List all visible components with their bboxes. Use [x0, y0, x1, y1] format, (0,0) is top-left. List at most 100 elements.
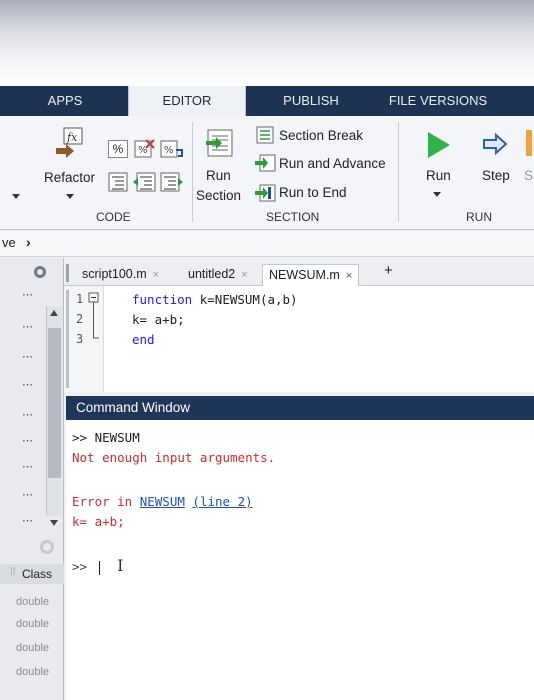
ribbon-overflow-arrow-icon[interactable] [12, 194, 20, 199]
class-cell: double [16, 642, 50, 654]
section-break-label: Section Break [279, 128, 364, 143]
error-line-link[interactable]: (line 2) [192, 494, 252, 509]
code-editor[interactable]: 1 2 3 function k=NEWSUM(a,b) k= a+b; end [64, 286, 534, 392]
step-icon [483, 132, 508, 156]
error-function-link[interactable]: NEWSUM [140, 494, 185, 509]
code-fold-icon[interactable] [88, 292, 100, 342]
class-column-header[interactable]: ⁞⁞ Class [0, 564, 64, 584]
close-icon[interactable]: × [241, 269, 247, 281]
tab-file-versions[interactable]: FILE VERSIONS [388, 86, 488, 116]
tab-newsum[interactable]: NEWSUM.m × [262, 264, 360, 286]
editor-ribbon: fx Refactor % % % CODE Run Section Secti… [0, 116, 534, 230]
dots-icon: ⋯ [22, 409, 34, 421]
error-message: Not enough input arguments. [72, 450, 276, 465]
decrease-indent-icon[interactable] [132, 172, 156, 192]
line-number: 2 [76, 312, 84, 326]
run-label: Run [426, 168, 451, 183]
ribbon-tab-strip: APPS EDITOR PUBLISH FILE VERSIONS [0, 86, 534, 118]
stop-icon[interactable] [526, 130, 532, 156]
path-chevron-icon[interactable]: › [26, 234, 31, 250]
tab-label: NEWSUM.m [269, 268, 340, 282]
run-play-icon [428, 132, 450, 158]
tab-publish[interactable]: PUBLISH [268, 86, 354, 116]
window-top-background [0, 0, 534, 86]
wrap-comments-icon[interactable]: % [160, 138, 184, 160]
code-text: k= a+b; [132, 312, 185, 327]
tab-untitled2[interactable]: untitled2 × [188, 264, 248, 286]
add-tab-button[interactable]: + [384, 261, 393, 283]
line-number: 1 [76, 292, 84, 306]
class-cell: double [16, 596, 50, 608]
dots-icon: ⋯ [22, 321, 34, 333]
tab-bar-grip [66, 264, 69, 282]
ribbon-separator [192, 122, 193, 222]
increase-indent-icon[interactable] [160, 172, 184, 192]
comment-percent-icon[interactable]: % [108, 140, 128, 158]
step-cut-label: S [524, 168, 534, 183]
error-location: Error in NEWSUM (line 2) [72, 494, 253, 509]
panel-options-icon[interactable] [34, 266, 46, 278]
run-section-label-2: Section [196, 188, 242, 203]
run-and-advance-icon [255, 154, 276, 172]
dots-icon: ⋯ [22, 289, 34, 301]
panel-options-icon[interactable] [40, 540, 54, 554]
tab-script100[interactable]: script100.m × [82, 264, 159, 286]
workspace-scrollbar[interactable] [46, 306, 62, 526]
svg-text:fx: fx [66, 131, 78, 144]
dots-icon: ⋯ [22, 489, 34, 501]
run-section-label-1: Run [206, 168, 231, 183]
run-and-advance-label: Run and Advance [279, 156, 386, 171]
dots-icon: ⋯ [22, 351, 34, 363]
command-window-title: Command Window [66, 396, 534, 420]
editor-tab-bar: script100.m × untitled2 × NEWSUM.m × + [64, 258, 534, 286]
section-group-label: SECTION [266, 210, 320, 224]
code-line[interactable]: end [132, 332, 155, 347]
folder-path-text: ve [2, 235, 16, 250]
step-label: Step [482, 168, 510, 183]
error-code-line: k= a+b; [72, 514, 125, 529]
code-line[interactable]: k= a+b; [132, 312, 185, 327]
dots-icon: ⋯ [22, 515, 34, 527]
grip-icon: ⁞⁞ [10, 567, 16, 578]
line-number: 3 [76, 332, 84, 346]
prompt-symbol: >> [72, 559, 88, 574]
dots-icon: ⋯ [22, 435, 34, 447]
command-window[interactable]: >> NEWSUM Not enough input arguments. Er… [66, 420, 534, 700]
run-group-label: RUN [466, 210, 492, 224]
scroll-down-icon[interactable] [50, 520, 58, 526]
text-caret [98, 560, 100, 575]
run-to-end-icon [255, 184, 276, 202]
class-header-label: Class [22, 567, 53, 581]
class-cell: double [16, 666, 50, 678]
ribbon-separator [398, 122, 399, 222]
current-folder-bar[interactable]: ve › [0, 231, 534, 257]
refactor-label: Refactor [44, 170, 96, 185]
error-prefix: Error in [72, 494, 140, 509]
command-prompt[interactable]: >> I [72, 556, 123, 575]
run-dropdown-icon [433, 192, 441, 197]
dots-icon: ⋯ [22, 461, 34, 473]
mouse-ibeam-cursor: I [117, 556, 124, 575]
tab-apps[interactable]: APPS [30, 86, 100, 116]
tab-label: script100.m [82, 267, 147, 281]
scroll-up-icon[interactable] [50, 310, 58, 316]
editor-margin-bar [66, 290, 69, 388]
tab-editor[interactable]: EDITOR [128, 86, 246, 118]
tab-label: untitled2 [188, 267, 236, 281]
class-cell: double [16, 618, 50, 630]
svg-text:%: % [164, 145, 174, 156]
run-to-end-label: Run to End [279, 185, 347, 200]
code-line[interactable]: function k=NEWSUM(a,b) [132, 292, 298, 307]
uncomment-icon[interactable]: % [134, 138, 156, 160]
code-text: k=NEWSUM(a,b) [192, 292, 298, 307]
run-section-icon [206, 129, 233, 157]
code-group-label: CODE [96, 210, 131, 224]
refactor-dropdown-icon [66, 194, 74, 199]
code-keyword: end [132, 332, 155, 347]
section-break-icon [256, 126, 274, 144]
scroll-thumb[interactable] [48, 328, 61, 478]
refactor-fx-icon: fx [56, 127, 83, 158]
close-icon[interactable]: × [153, 269, 159, 281]
close-icon[interactable]: × [346, 270, 352, 282]
smart-indent-icon[interactable] [108, 172, 128, 192]
